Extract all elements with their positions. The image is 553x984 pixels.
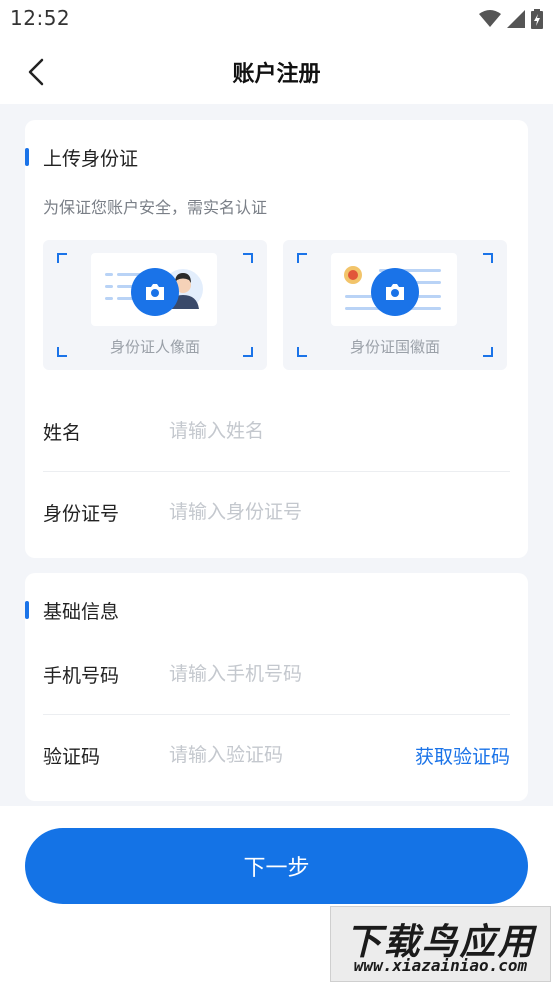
frame-corner: [297, 253, 307, 263]
get-code-button[interactable]: 获取验证码: [415, 742, 510, 769]
camera-button[interactable]: [371, 268, 419, 316]
nav-bar: 账户注册: [0, 40, 553, 104]
section-title-basic: 基础信息: [43, 601, 120, 623]
next-step-button[interactable]: 下一步: [25, 828, 528, 904]
frame-corner: [243, 253, 253, 263]
upload-id-back[interactable]: 身份证国徽面: [283, 240, 507, 370]
frame-corner: [483, 253, 493, 263]
id-upload-card: 上传身份证 为保证您账户安全，需实名认证 身份证人像面 身份证国徽面 姓名 请输…: [25, 120, 528, 558]
verification-code-input[interactable]: [169, 736, 399, 774]
name-input[interactable]: [169, 412, 499, 450]
form-row-phone: 手机号码: [43, 635, 510, 715]
camera-button[interactable]: [131, 268, 179, 316]
field-label: 验证码: [43, 746, 101, 768]
status-bar: 12:52: [0, 0, 553, 40]
signal-icon: [507, 10, 525, 28]
battery-charging-icon: [531, 9, 543, 29]
camera-icon: [386, 284, 404, 300]
id-number-input[interactable]: [169, 493, 499, 531]
wifi-icon: [479, 10, 501, 27]
watermark-logo: 下载鸟应用 www.xiazainiao.com: [330, 906, 551, 982]
status-time: 12:52: [10, 6, 71, 30]
field-label: 身份证号: [43, 503, 120, 525]
section-accent-bar: [25, 148, 29, 166]
form-row-name: 姓名: [43, 392, 510, 472]
section-accent-bar: [25, 601, 29, 619]
phone-input[interactable]: [169, 655, 499, 693]
page-title: 账户注册: [232, 62, 321, 87]
watermark-url: www.xiazainiao.com: [353, 956, 528, 975]
basic-info-card: 基础信息 手机号码 验证码 获取验证码: [25, 573, 528, 801]
upload-front-label: 身份证人像面: [109, 338, 200, 356]
section-subtitle: 为保证您账户安全，需实名认证: [43, 198, 268, 217]
section-title-id: 上传身份证: [43, 148, 139, 170]
field-label: 手机号码: [43, 665, 120, 687]
upload-id-front[interactable]: 身份证人像面: [43, 240, 267, 370]
upload-back-label: 身份证国徽面: [349, 338, 440, 356]
frame-corner: [57, 253, 67, 263]
camera-icon: [146, 284, 164, 300]
form-row-verification-code: 验证码 获取验证码: [43, 716, 510, 796]
form-row-id-number: 身份证号: [43, 473, 510, 553]
field-label: 姓名: [43, 422, 82, 444]
status-icons: [479, 8, 543, 30]
